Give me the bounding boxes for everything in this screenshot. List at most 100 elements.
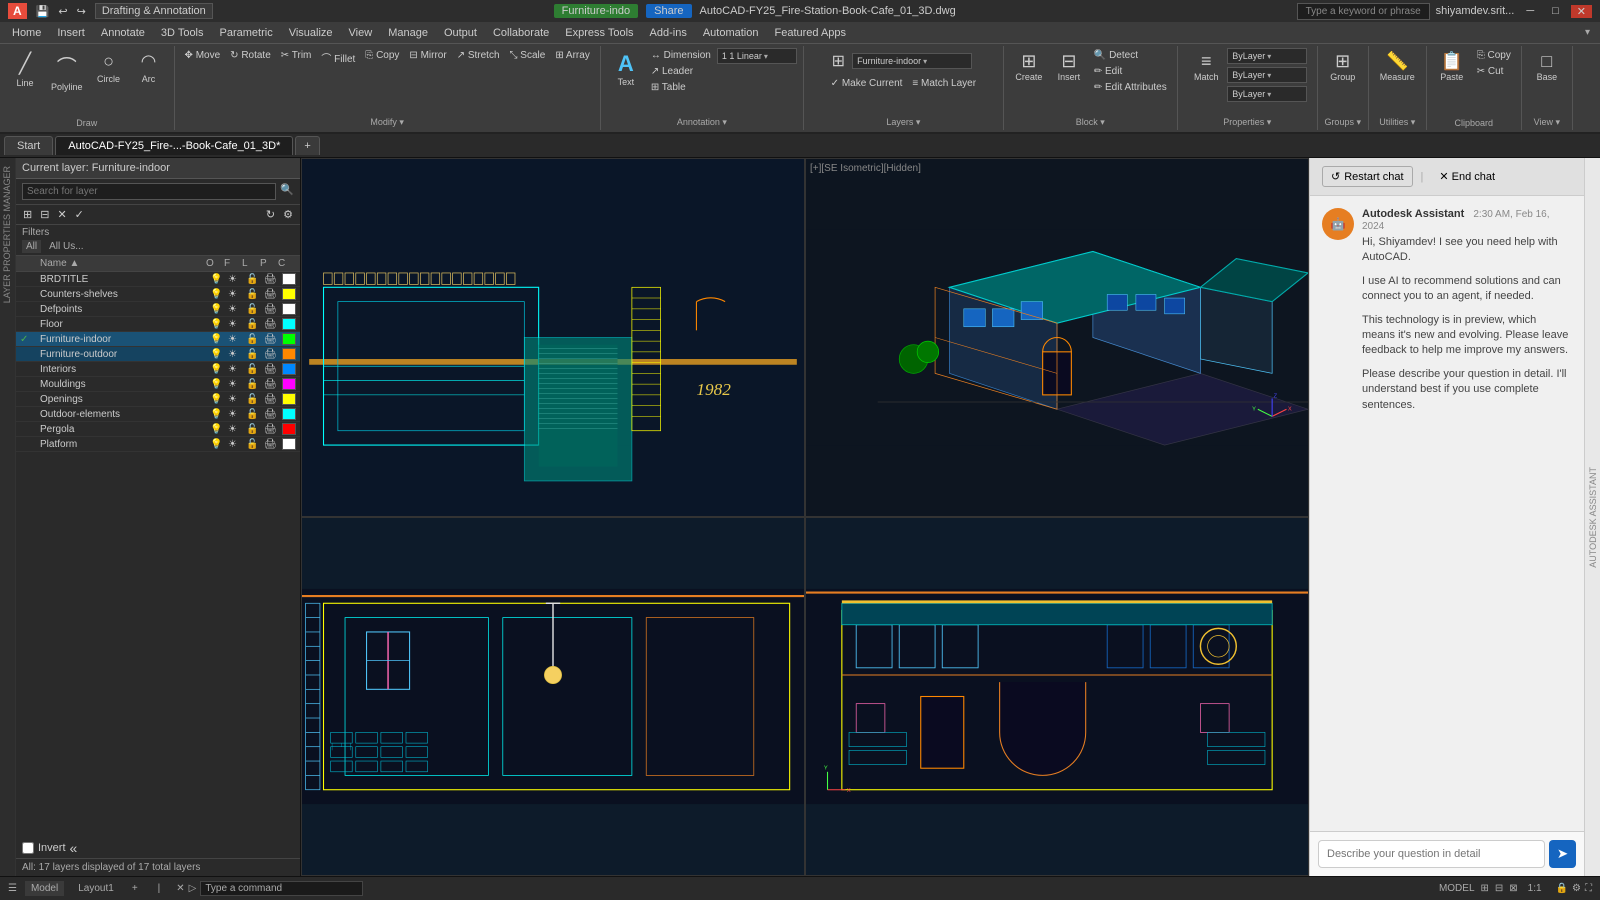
ribbon-btn-match-props[interactable]: ≡ Match (1187, 48, 1225, 85)
chat-send-button[interactable]: ➤ (1549, 840, 1576, 868)
layer-on-icon[interactable]: 💡 (210, 289, 228, 300)
maximize-btn[interactable]: □ (1546, 5, 1565, 17)
layer-on-icon[interactable]: 💡 (210, 424, 228, 435)
layer-freeze-icon[interactable]: ☀ (228, 364, 246, 375)
layer-properties-manager-tab[interactable]: LAYER PROPERTIES MANAGER (0, 158, 16, 876)
menu-addins[interactable]: Add-ins (642, 25, 695, 41)
layer-plot-icon[interactable]: 🖨 (264, 439, 282, 450)
ribbon-btn-match-layer[interactable]: ≡ Match Layer (908, 76, 980, 91)
layer-plot-icon[interactable]: 🖨 (264, 289, 282, 300)
layer-new-vp-btn[interactable]: ⊟ (37, 207, 52, 222)
layer-color-swatch[interactable] (282, 288, 296, 300)
model-btn[interactable]: MODEL (1439, 883, 1475, 894)
layer-lock-icon[interactable]: 🔓 (246, 394, 264, 405)
layer-freeze-icon[interactable]: ☀ (228, 424, 246, 435)
layer-row[interactable]: Pergola 💡 ☀ 🔓 🖨 (16, 422, 300, 437)
restart-chat-button[interactable]: ↺ Restart chat (1322, 166, 1413, 187)
layer-color-swatch[interactable] (282, 363, 296, 375)
viewport-bottom-left[interactable] (301, 517, 805, 876)
viewport-top-right[interactable]: [+][SE Isometric][Hidden] (805, 158, 1309, 517)
layer-color-swatch[interactable] (282, 348, 296, 360)
layer-lock-icon[interactable]: 🔓 (246, 289, 264, 300)
ribbon-btn-layer-props[interactable]: ⊞ (827, 48, 850, 74)
ribbon-btn-move[interactable]: ✥ Move (181, 48, 225, 63)
ribbon-btn-insert-block[interactable]: ⊟ Insert (1050, 48, 1088, 85)
layer-freeze-icon[interactable]: ☀ (228, 304, 246, 315)
layer-plot-icon[interactable]: 🖨 (264, 364, 282, 375)
layer-color-swatch[interactable] (282, 318, 296, 330)
fullscreen-icon[interactable]: ⛶ (1585, 883, 1592, 894)
layer-plot-icon[interactable]: 🖨 (264, 424, 282, 435)
layer-lock-icon[interactable]: 🔓 (246, 379, 264, 390)
layer-on-icon[interactable]: 💡 (210, 409, 228, 420)
layer-delete-btn[interactable]: ✕ (54, 207, 69, 222)
ribbon-btn-detect[interactable]: 🔍 Detect (1090, 48, 1171, 63)
tab-start[interactable]: Start (4, 136, 53, 155)
layer-freeze-icon[interactable]: ☀ (228, 319, 246, 330)
menu-manage[interactable]: Manage (380, 25, 436, 41)
layer-plot-icon[interactable]: 🖨 (264, 409, 282, 420)
ribbon-dropdown-linear[interactable]: 1 1 Linear▾ (717, 48, 797, 64)
workspace-dropdown[interactable]: Drafting & Annotation (95, 3, 213, 19)
ribbon-btn-make-current[interactable]: ✓ Make Current (827, 76, 907, 91)
layer-plot-icon[interactable]: 🖨 (264, 274, 282, 285)
layer-color-swatch[interactable] (282, 333, 296, 345)
hamburger-icon[interactable]: ☰ (8, 883, 17, 894)
layer-freeze-icon[interactable]: ☀ (228, 439, 246, 450)
layer-plot-icon[interactable]: 🖨 (264, 304, 282, 315)
layer-color-swatch[interactable] (282, 393, 296, 405)
menu-view[interactable]: View (341, 25, 381, 41)
layer-lock-icon[interactable]: 🔓 (246, 304, 264, 315)
layer-on-icon[interactable]: 💡 (210, 334, 228, 345)
layer-on-icon[interactable]: 💡 (210, 349, 228, 360)
filter-all-used[interactable]: All Us... (45, 240, 87, 253)
layer-row[interactable]: BRDTITLE 💡 ☀ 🔓 🖨 (16, 272, 300, 287)
layer-row[interactable]: Mouldings 💡 ☀ 🔓 🖨 (16, 377, 300, 392)
ribbon-dropdown-bylayer1[interactable]: ByLayer▾ (1227, 48, 1307, 64)
ribbon-btn-stretch[interactable]: ↗ Stretch (453, 48, 504, 63)
col-name[interactable]: Name ▲ (36, 258, 206, 269)
menu-annotate[interactable]: Annotate (93, 25, 153, 41)
menu-collaborate[interactable]: Collaborate (485, 25, 557, 41)
ribbon-toggle[interactable]: ▾ (1579, 25, 1596, 40)
collapse-arrow[interactable]: « (70, 840, 78, 856)
ribbon-btn-circle[interactable]: ○ Circle (90, 48, 128, 87)
layer-plot-icon[interactable]: 🖨 (264, 379, 282, 390)
minimize-btn[interactable]: ─ (1520, 5, 1540, 17)
layer-lock-icon[interactable]: 🔓 (246, 334, 264, 345)
col-lock[interactable]: L (242, 258, 260, 269)
end-chat-button[interactable]: ✕ End chat (1431, 167, 1503, 186)
ribbon-btn-copy[interactable]: ⎘ Copy (361, 48, 403, 63)
settings-icon[interactable]: ⚙ (1572, 883, 1581, 894)
ribbon-btn-text[interactable]: A Text (607, 48, 645, 90)
menu-express[interactable]: Express Tools (557, 25, 641, 41)
layer-freeze-icon[interactable]: ☀ (228, 334, 246, 345)
layer-row[interactable]: Outdoor-elements 💡 ☀ 🔓 🖨 (16, 407, 300, 422)
search-box[interactable]: Type a keyword or phrase (1297, 3, 1430, 20)
viewport-top-left[interactable]: 1982 (301, 158, 805, 517)
layer-lock-icon[interactable]: 🔓 (246, 409, 264, 420)
layer-freeze-icon[interactable]: ☀ (228, 274, 246, 285)
ribbon-btn-copy-clip[interactable]: ⎘ Copy (1473, 48, 1515, 63)
layer-on-icon[interactable]: 💡 (210, 274, 228, 285)
layer-row[interactable]: Defpoints 💡 ☀ 🔓 🖨 (16, 302, 300, 317)
menu-home[interactable]: Home (4, 25, 49, 41)
tab-main-file[interactable]: AutoCAD-FY25_Fire-...-Book-Cafe_01_3D* (55, 136, 293, 155)
layer-row[interactable]: Furniture-outdoor 💡 ☀ 🔓 🖨 (16, 347, 300, 362)
menu-3dtools[interactable]: 3D Tools (153, 25, 212, 41)
layer-plot-icon[interactable]: 🖨 (264, 394, 282, 405)
layer-lock-icon[interactable]: 🔓 (246, 439, 264, 450)
layer-row[interactable]: Counters-shelves 💡 ☀ 🔓 🖨 (16, 287, 300, 302)
col-plot[interactable]: P (260, 258, 278, 269)
col-on[interactable]: O (206, 258, 224, 269)
layer-on-icon[interactable]: 💡 (210, 379, 228, 390)
menu-featured[interactable]: Featured Apps (766, 25, 854, 41)
ribbon-btn-scale[interactable]: ⤡ Scale (506, 48, 550, 63)
layer-plot-icon[interactable]: 🖨 (264, 319, 282, 330)
layer-on-icon[interactable]: 💡 (210, 394, 228, 405)
layer-refresh-btn[interactable]: ↻ (263, 207, 278, 222)
add-layout-btn[interactable]: + (128, 881, 142, 896)
ribbon-btn-trim[interactable]: ✂ Trim (277, 48, 316, 63)
ribbon-btn-edit-attrs[interactable]: ✏ Edit Attributes (1090, 80, 1171, 95)
col-freeze[interactable]: F (224, 258, 242, 269)
